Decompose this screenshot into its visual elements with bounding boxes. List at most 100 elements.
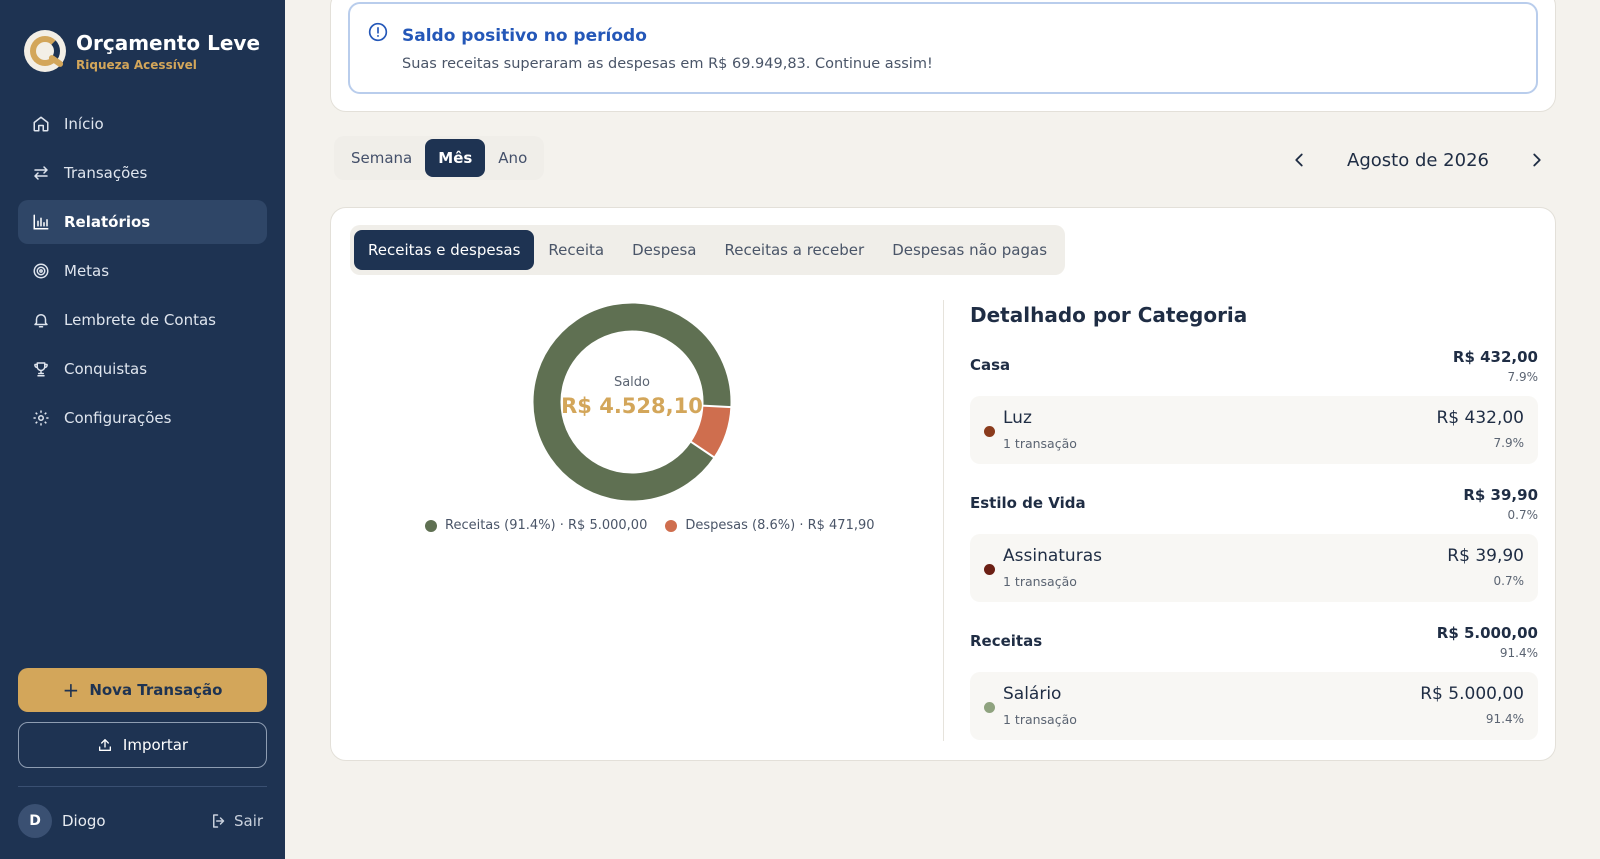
alert-message: Suas receitas superaram as despesas em R…	[402, 56, 933, 72]
category-color-dot	[984, 564, 995, 575]
brand[interactable]: Orçamento Leve Riqueza Acessível	[24, 30, 260, 72]
legend-label: Despesas (8.6%) · R$ 471,90	[685, 518, 875, 533]
month-navigator: Agosto de 2026	[1288, 146, 1548, 174]
category-color-dot	[984, 426, 995, 437]
user-profile[interactable]: D Diogo	[18, 804, 106, 838]
item-name: Assinaturas	[1003, 546, 1102, 566]
item-name: Luz	[1003, 408, 1032, 428]
sidebar-item-label: Metas	[64, 262, 110, 280]
tab-receitas-a-receber[interactable]: Receitas a receber	[710, 230, 878, 270]
item-amount: R$ 5.000,00	[1420, 684, 1524, 704]
balance-value: R$ 4.528,10	[561, 394, 703, 418]
sidebar-item-relatorios[interactable]: Relatórios	[18, 200, 267, 244]
divider	[943, 300, 944, 741]
legend-dot	[665, 519, 678, 532]
category-header-casa: Casa R$ 432,00 7.9%	[970, 348, 1538, 388]
upload-icon	[98, 739, 111, 751]
info-icon	[368, 22, 388, 42]
item-amount: R$ 39,90	[1447, 546, 1524, 566]
user-name: Diogo	[62, 812, 106, 830]
item-count: 1 transação	[1003, 574, 1077, 589]
chevron-left-icon[interactable]	[1288, 149, 1310, 171]
category-item-luz[interactable]: Luz 1 transação R$ 432,00 7.9%	[970, 396, 1538, 464]
legend-item-despesas: Despesas (8.6%) · R$ 471,90	[665, 518, 875, 533]
tab-receitas-e-despesas[interactable]: Receitas e despesas	[354, 230, 535, 270]
tab-mes[interactable]: Mês	[425, 139, 486, 177]
sidebar: Orçamento Leve Riqueza Acessível Início …	[0, 0, 285, 859]
category-percent: 91.4%	[1499, 646, 1538, 660]
new-transaction-button[interactable]: + Nova Transação	[18, 668, 267, 712]
detail-title: Detalhado por Categoria	[970, 303, 1248, 327]
sidebar-item-configuracoes[interactable]: Configurações	[18, 396, 267, 440]
gear-icon	[33, 410, 49, 426]
category-color-dot	[984, 702, 995, 713]
item-count: 1 transação	[1003, 436, 1077, 451]
sidebar-item-label: Configurações	[64, 409, 172, 427]
category-amount: R$ 432,00	[1452, 348, 1538, 366]
sidebar-item-lembrete[interactable]: Lembrete de Contas	[18, 298, 267, 342]
logout-icon	[213, 814, 225, 828]
sidebar-item-label: Relatórios	[64, 213, 151, 231]
trophy-icon	[34, 362, 48, 377]
report-type-tabs: Receitas e despesas Receita Despesa Rece…	[350, 225, 1066, 275]
logout-button[interactable]: Sair	[210, 812, 263, 830]
balance-label: Saldo	[613, 375, 651, 390]
tab-ano[interactable]: Ano	[485, 139, 540, 177]
sidebar-item-label: Início	[64, 115, 104, 133]
new-transaction-label: Nova Transação	[89, 681, 223, 699]
period-tabs: Semana Mês Ano	[334, 136, 545, 180]
item-percent: 7.9%	[1493, 436, 1525, 450]
month-label: Agosto de 2026	[1347, 149, 1489, 171]
category-name: Casa	[970, 356, 1011, 374]
bell-icon	[34, 314, 48, 328]
import-button[interactable]: Importar	[18, 722, 267, 768]
bar-chart-icon	[33, 214, 49, 230]
chart-legend: Receitas (91.4%) · R$ 5.000,00 Despesas …	[425, 518, 893, 533]
arrows-icon	[34, 166, 48, 180]
item-amount: R$ 432,00	[1436, 408, 1524, 428]
plus-icon: +	[62, 678, 80, 702]
alert-title: Saldo positivo no período	[402, 26, 647, 46]
category-item-salario[interactable]: Salário 1 transação R$ 5.000,00 91.4%	[970, 672, 1538, 740]
sidebar-item-label: Conquistas	[64, 360, 148, 378]
sidebar-item-metas[interactable]: Metas	[18, 249, 267, 293]
tab-despesas-nao-pagas[interactable]: Despesas não pagas	[878, 230, 1061, 270]
avatar: D	[18, 804, 52, 838]
target-icon	[33, 263, 49, 279]
home-icon	[33, 116, 49, 132]
category-amount: R$ 39,90	[1463, 486, 1538, 504]
brand-subtitle: Riqueza Acessível	[76, 57, 197, 72]
category-name: Estilo de Vida	[970, 494, 1086, 512]
item-name: Salário	[1003, 684, 1062, 704]
item-percent: 91.4%	[1485, 712, 1524, 726]
donut-center: Saldo R$ 4.528,10	[530, 375, 734, 418]
category-header-receitas: Receitas R$ 5.000,00 91.4%	[970, 624, 1538, 664]
category-percent: 0.7%	[1507, 508, 1539, 522]
sidebar-item-label: Transações	[64, 164, 148, 182]
logout-label: Sair	[234, 812, 264, 830]
category-amount: R$ 5.000,00	[1436, 624, 1538, 642]
category-percent: 7.9%	[1507, 370, 1539, 384]
legend-dot	[425, 519, 437, 532]
sidebar-item-inicio[interactable]: Início	[18, 102, 267, 146]
item-count: 1 transação	[1003, 712, 1077, 727]
category-name: Receitas	[970, 632, 1043, 650]
sidebar-item-conquistas[interactable]: Conquistas	[18, 347, 267, 391]
sidebar-item-label: Lembrete de Contas	[64, 311, 216, 329]
positive-balance-alert: Saldo positivo no período Suas receitas …	[348, 2, 1538, 94]
tab-receita[interactable]: Receita	[534, 230, 618, 270]
legend-item-receitas: Receitas (91.4%) · R$ 5.000,00	[425, 518, 647, 533]
legend-label: Receitas (91.4%) · R$ 5.000,00	[445, 518, 648, 533]
sidebar-item-transacoes[interactable]: Transações	[18, 151, 267, 195]
tab-despesa[interactable]: Despesa	[618, 230, 710, 270]
chevron-right-icon[interactable]	[1526, 149, 1548, 171]
import-label: Importar	[122, 736, 189, 754]
divider	[18, 786, 267, 787]
brand-title: Orçamento Leve	[76, 30, 261, 55]
sidebar-nav: Início Transações Relatórios Metas Lembr…	[18, 102, 267, 445]
item-percent: 0.7%	[1493, 574, 1525, 588]
logo-icon	[24, 30, 66, 72]
category-item-assinaturas[interactable]: Assinaturas 1 transação R$ 39,90 0.7%	[970, 534, 1538, 602]
category-header-estilo-de-vida: Estilo de Vida R$ 39,90 0.7%	[970, 486, 1538, 526]
tab-semana[interactable]: Semana	[338, 139, 425, 177]
